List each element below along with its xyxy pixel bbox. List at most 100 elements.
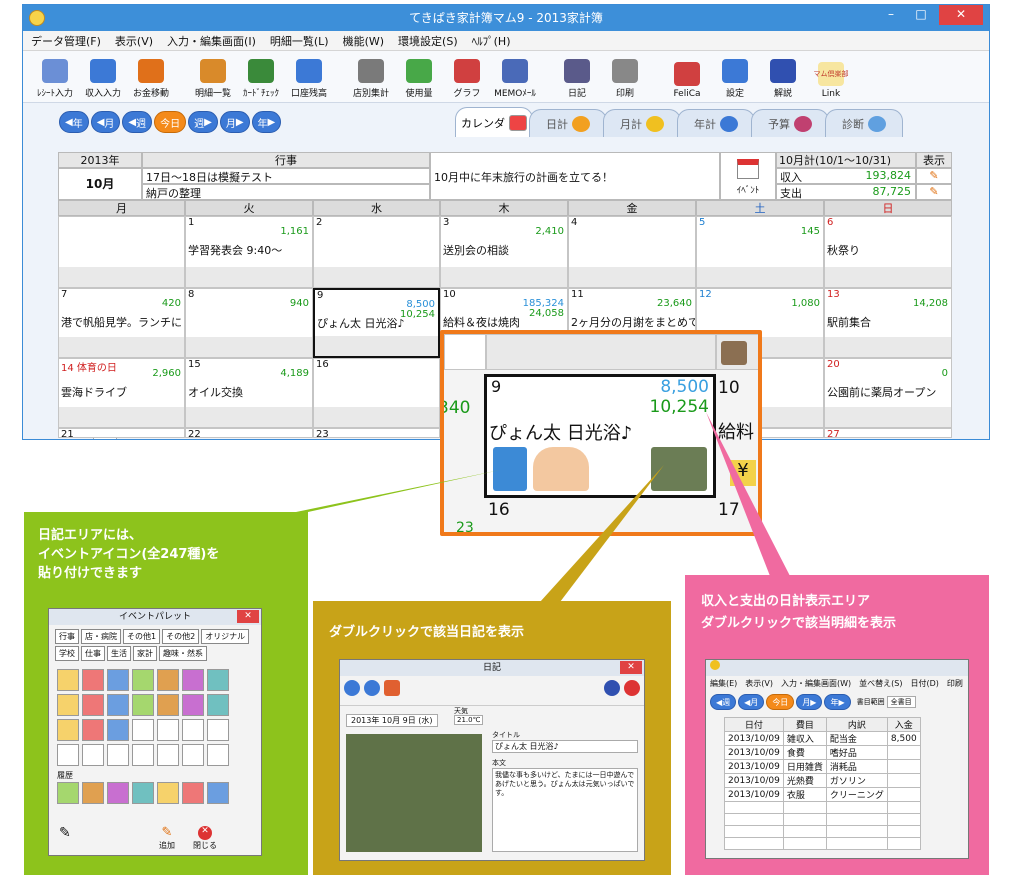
palette-tab[interactable]: その他2 [162,629,200,644]
table-cell[interactable] [825,837,888,850]
table-cell[interactable]: 2013/10/09 [724,787,784,802]
palette-close-button[interactable]: ✕ 閉じる [193,826,217,851]
table-cell[interactable] [782,825,827,838]
table-cell[interactable] [886,801,921,814]
event-icon-slot[interactable] [207,694,229,716]
table-cell[interactable]: 衣服 [782,787,827,802]
table-cell[interactable] [782,801,827,814]
event-icon-slot[interactable] [207,719,229,741]
history-icon-slot[interactable] [182,782,204,804]
ledger-menu-item[interactable]: 日付(D) [911,678,939,689]
event-icon-slot[interactable] [182,694,204,716]
event-icon-slot[interactable] [132,744,154,766]
table-cell[interactable]: 2013/10/09 [724,745,784,760]
table-cell[interactable]: 日用雑貨 [782,759,827,774]
table-row[interactable]: 2013/10/09 衣服 クリーニング [724,787,921,802]
palette-close-icon[interactable]: ✕ [237,610,259,623]
table-row[interactable]: 2013/10/09 日用雑貨 消耗品 [724,759,921,774]
palette-tab[interactable]: 趣味・然系 [159,646,207,661]
table-cell[interactable]: 2013/10/09 [724,759,784,774]
table-row[interactable] [724,801,921,814]
diary-item-icon[interactable] [384,680,400,696]
history-icon-slot[interactable] [107,782,129,804]
table-cell[interactable]: 2013/10/09 [724,773,784,788]
event-icon-slot[interactable] [107,669,129,691]
event-icon-slot[interactable] [132,669,154,691]
pen-icon[interactable]: ✎ [59,825,71,841]
table-cell[interactable]: 食費 [782,745,827,760]
event-icon-slot[interactable] [207,669,229,691]
temperature[interactable]: 21.0℃ [454,715,484,725]
table-cell[interactable] [886,759,921,774]
event-icon-slot[interactable] [182,669,204,691]
event-icon-slot[interactable] [182,719,204,741]
table-cell[interactable] [886,773,921,788]
event-icon-slot[interactable] [82,744,104,766]
table-row[interactable]: 2013/10/09 食費 嗜好品 [724,745,921,760]
event-icon-slot[interactable] [57,744,79,766]
table-row[interactable] [724,825,921,838]
table-cell[interactable] [886,813,921,826]
event-icon-slot[interactable] [82,669,104,691]
event-icon-slot[interactable] [82,694,104,716]
table-cell[interactable]: 嗜好品 [825,745,888,760]
period-select[interactable]: 全書目 [886,696,916,708]
history-icon-slot[interactable] [82,782,104,804]
table-cell[interactable] [724,801,784,814]
table-cell[interactable]: 8,500 [886,731,921,746]
palette-tab[interactable]: 行事 [55,629,79,644]
table-cell[interactable] [825,825,888,838]
event-icon-slot[interactable] [57,669,79,691]
palette-tab[interactable]: 生活 [107,646,131,661]
today-button[interactable]: 今日 [766,694,795,710]
table-cell[interactable] [825,801,888,814]
event-icon-slot[interactable] [157,694,179,716]
event-icon-slot[interactable] [132,694,154,716]
table-cell[interactable] [782,813,827,826]
ledger-menu-item[interactable]: 並べ替え(S) [859,678,902,689]
palette-add-button[interactable]: ✎ 追加 [159,825,175,851]
table-row[interactable]: 2013/10/09 雑収入 配当金 8,500 [724,731,921,746]
history-icon-slot[interactable] [132,782,154,804]
table-cell[interactable] [724,837,784,850]
palette-tab[interactable]: オリジナル [201,629,250,644]
event-icon-slot[interactable] [107,744,129,766]
table-cell[interactable] [825,813,888,826]
history-icon-slot[interactable] [207,782,229,804]
ledger-menu-item[interactable]: 表示(V) [745,678,773,689]
prev-month-button[interactable]: ◀月 [738,694,765,710]
table-cell[interactable] [782,837,827,850]
event-icon-slot[interactable] [157,744,179,766]
palette-tab[interactable]: 家計 [133,646,157,661]
table-cell[interactable]: ガソリン [825,773,888,788]
table-cell[interactable]: 2013/10/09 [724,731,784,746]
palette-tab[interactable]: 学校 [55,646,79,661]
prev-week-button[interactable]: ◀週 [710,694,737,710]
table-cell[interactable] [886,837,921,850]
palette-tab[interactable]: 仕事 [81,646,105,661]
table-cell[interactable] [724,825,784,838]
palette-tab[interactable]: 店・病院 [81,629,121,644]
table-cell[interactable]: 配当金 [825,731,888,746]
table-cell[interactable]: クリーニング [825,787,888,802]
ledger-menu-item[interactable]: 入力・編集画面(W) [781,678,851,689]
event-icon-slot[interactable] [107,694,129,716]
ledger-menu-item[interactable]: 編集(E) [710,678,737,689]
event-icon-slot[interactable] [107,719,129,741]
event-icon-slot[interactable] [57,719,79,741]
table-cell[interactable]: 光熱費 [782,773,827,788]
event-icon-slot[interactable] [82,719,104,741]
table-cell[interactable] [724,813,784,826]
close-icon[interactable] [624,680,640,696]
ledger-menu-item[interactable]: 印刷 [947,678,963,689]
history-icon-slot[interactable] [157,782,179,804]
next-year-button[interactable]: 年▶ [824,694,851,710]
event-icon-slot[interactable] [57,694,79,716]
help-icon[interactable] [604,680,620,696]
table-row[interactable] [724,813,921,826]
table-cell[interactable] [886,787,921,802]
event-icon-slot[interactable] [157,669,179,691]
event-icon-slot[interactable] [207,744,229,766]
history-icon-slot[interactable] [57,782,79,804]
table-cell[interactable] [886,825,921,838]
